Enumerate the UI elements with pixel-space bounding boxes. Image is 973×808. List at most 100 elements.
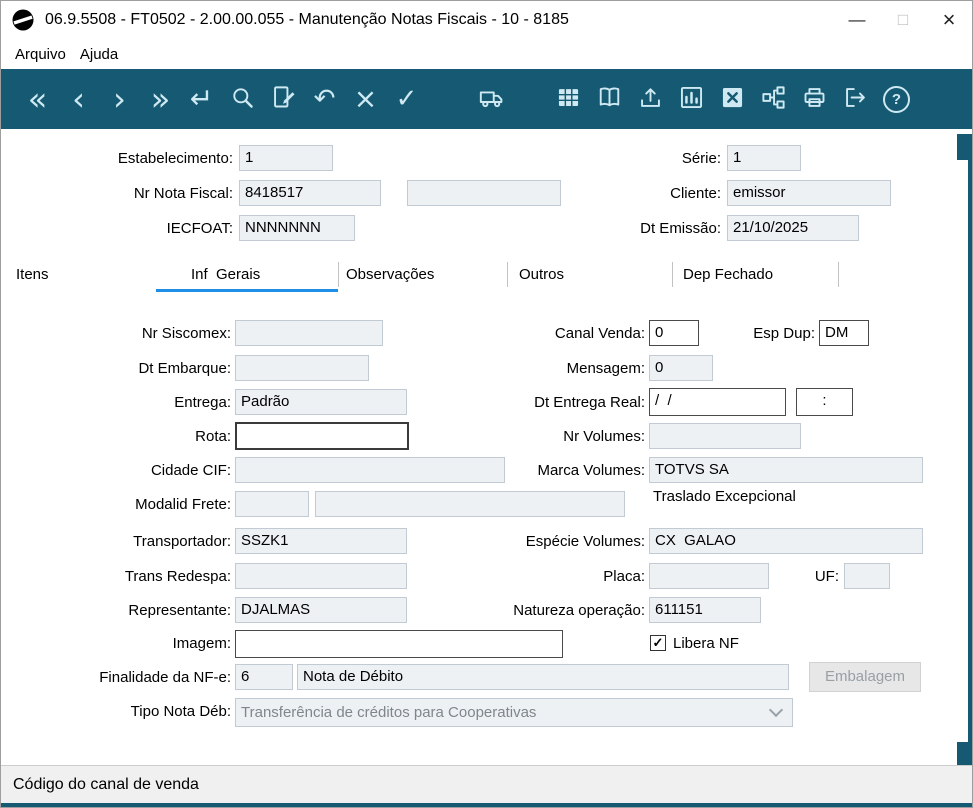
nr-volumes-field <box>649 423 801 449</box>
representante-label: Representante: <box>128 602 231 619</box>
modalid-frete-desc-field <box>315 491 625 517</box>
print-button[interactable] <box>794 73 835 125</box>
hierarchy-button[interactable] <box>753 73 794 125</box>
tab-separator <box>672 262 673 287</box>
marca-volumes-field: TOTVS SA <box>649 457 923 483</box>
close-button[interactable]: × <box>926 7 972 33</box>
printer-icon <box>801 84 828 114</box>
embalagem-button: Embalagem <box>809 662 921 692</box>
modalid-frete-label: Modalid Frete: <box>135 496 231 513</box>
tab-observacoes[interactable]: Observações <box>338 259 515 290</box>
imagem-field[interactable] <box>235 630 563 658</box>
go-button[interactable]: ↵ <box>181 73 222 125</box>
title-bar: 06.9.5508 - FT0502 - 2.00.00.055 - Manut… <box>1 1 972 39</box>
status-bar: Código do canal de venda <box>1 765 972 803</box>
imagem-label: Imagem: <box>172 635 231 652</box>
estabelecimento-field: 1 <box>239 145 333 171</box>
export-button[interactable] <box>630 73 671 125</box>
traslado-excepcional-label: Traslado Excepcional <box>653 488 796 505</box>
previous-record-button[interactable]: ‹ <box>58 73 99 125</box>
rota-field[interactable] <box>235 422 409 450</box>
toolbar: « ‹ › » ↵ ↶ × ✓ ? <box>1 69 972 129</box>
enter-icon: ↵ <box>189 82 214 115</box>
delivery-button[interactable] <box>471 73 512 125</box>
iecfoat-field: NNNNNNN <box>239 215 355 241</box>
nr-nota-fiscal-label: Nr Nota Fiscal: <box>133 185 233 202</box>
next-record-button[interactable]: › <box>99 73 140 125</box>
transportador-label: Transportador: <box>133 533 231 550</box>
dt-entrega-real-label: Dt Entrega Real: <box>534 394 645 411</box>
dt-entrega-real-time-field[interactable]: : <box>796 388 853 416</box>
entrega-field: Padrão <box>235 389 407 415</box>
marca-volumes-label: Marca Volumes: <box>537 462 645 479</box>
natureza-operacao-label: Natureza operação: <box>513 602 645 619</box>
application-window: 06.9.5508 - FT0502 - 2.00.00.055 - Manut… <box>0 0 973 808</box>
serie-label: Série: <box>681 150 721 167</box>
last-record-button[interactable]: » <box>140 73 181 125</box>
placa-field <box>649 563 769 589</box>
minimize-button[interactable]: — <box>834 10 880 30</box>
undo-button[interactable]: ↶ <box>304 73 345 125</box>
chart-button[interactable] <box>671 73 712 125</box>
checkbox-box-icon: ✓ <box>650 635 666 651</box>
chart-icon <box>678 84 705 114</box>
tab-outros[interactable]: Outros <box>507 259 684 290</box>
tab-separator <box>338 262 339 287</box>
nr-volumes-label: Nr Volumes: <box>563 428 645 445</box>
dt-emissao-field: 21/10/2025 <box>727 215 859 241</box>
search-button[interactable] <box>222 73 263 125</box>
grid-icon <box>555 84 582 114</box>
tab-separator <box>838 262 839 287</box>
transportador-field: SSZK1 <box>235 528 407 554</box>
undo-icon: ↶ <box>313 84 336 114</box>
grid-button[interactable] <box>548 73 589 125</box>
canal-venda-field[interactable]: 0 <box>649 320 699 346</box>
last-record-icon: » <box>150 80 171 118</box>
cliente-label: Cliente: <box>670 185 721 202</box>
edit-button[interactable] <box>263 73 304 125</box>
libera-nf-label: Libera NF <box>673 634 739 652</box>
cancel-button[interactable]: × <box>345 73 386 125</box>
first-record-button[interactable]: « <box>17 73 58 125</box>
mensagem-field: 0 <box>649 355 713 381</box>
book-icon <box>596 84 623 114</box>
dt-entrega-real-date-field[interactable]: / / <box>649 388 786 416</box>
truck-icon <box>478 84 505 114</box>
excel-button[interactable] <box>712 73 753 125</box>
tab-itens[interactable]: Itens <box>9 259 163 290</box>
exit-button[interactable] <box>835 73 876 125</box>
previous-record-icon: ‹ <box>72 80 85 118</box>
window-bottom-edge <box>1 803 972 807</box>
entrega-label: Entrega: <box>174 394 231 411</box>
rota-label: Rota: <box>195 428 231 445</box>
tipo-nota-deb-select: Transferência de créditos para Cooperati… <box>235 698 793 727</box>
finalidade-nfe-label: Finalidade da NF-e: <box>99 669 231 686</box>
first-record-icon: « <box>27 80 48 118</box>
libera-nf-checkbox[interactable]: ✓ Libera NF <box>650 630 739 656</box>
representante-field: DJALMAS <box>235 597 407 623</box>
scrollbar-up-button[interactable] <box>957 134 972 160</box>
confirm-icon: ✓ <box>395 84 418 114</box>
menu-bar: Arquivo Ajuda <box>1 39 972 70</box>
mensagem-label: Mensagem: <box>566 360 645 377</box>
menu-arquivo[interactable]: Arquivo <box>15 46 66 63</box>
reference-button[interactable] <box>589 73 630 125</box>
help-button[interactable]: ? <box>876 73 917 125</box>
trans-redespa-label: Trans Redespa: <box>124 568 231 585</box>
menu-ajuda[interactable]: Ajuda <box>80 46 118 63</box>
especie-volumes-field: CX GALAO <box>649 528 923 554</box>
tab-dep-fechado[interactable]: Dep Fechado <box>672 259 849 290</box>
scrollbar-track[interactable] <box>968 134 972 767</box>
estabelecimento-label: Estabelecimento: <box>117 150 233 167</box>
serie-field: 1 <box>727 145 801 171</box>
iecfoat-label: IECFOAT: <box>166 220 233 237</box>
dt-embarque-field <box>235 355 369 381</box>
esp-dup-field[interactable]: DM <box>819 320 869 346</box>
esp-dup-label: Esp Dup: <box>753 325 815 342</box>
active-tab-underline <box>156 289 338 292</box>
confirm-button[interactable]: ✓ <box>386 73 427 125</box>
trans-redespa-field <box>235 563 407 589</box>
finalidade-nfe-code-field: 6 <box>235 664 293 690</box>
placa-label: Placa: <box>603 568 645 585</box>
status-text: Código do canal de venda <box>13 776 199 793</box>
